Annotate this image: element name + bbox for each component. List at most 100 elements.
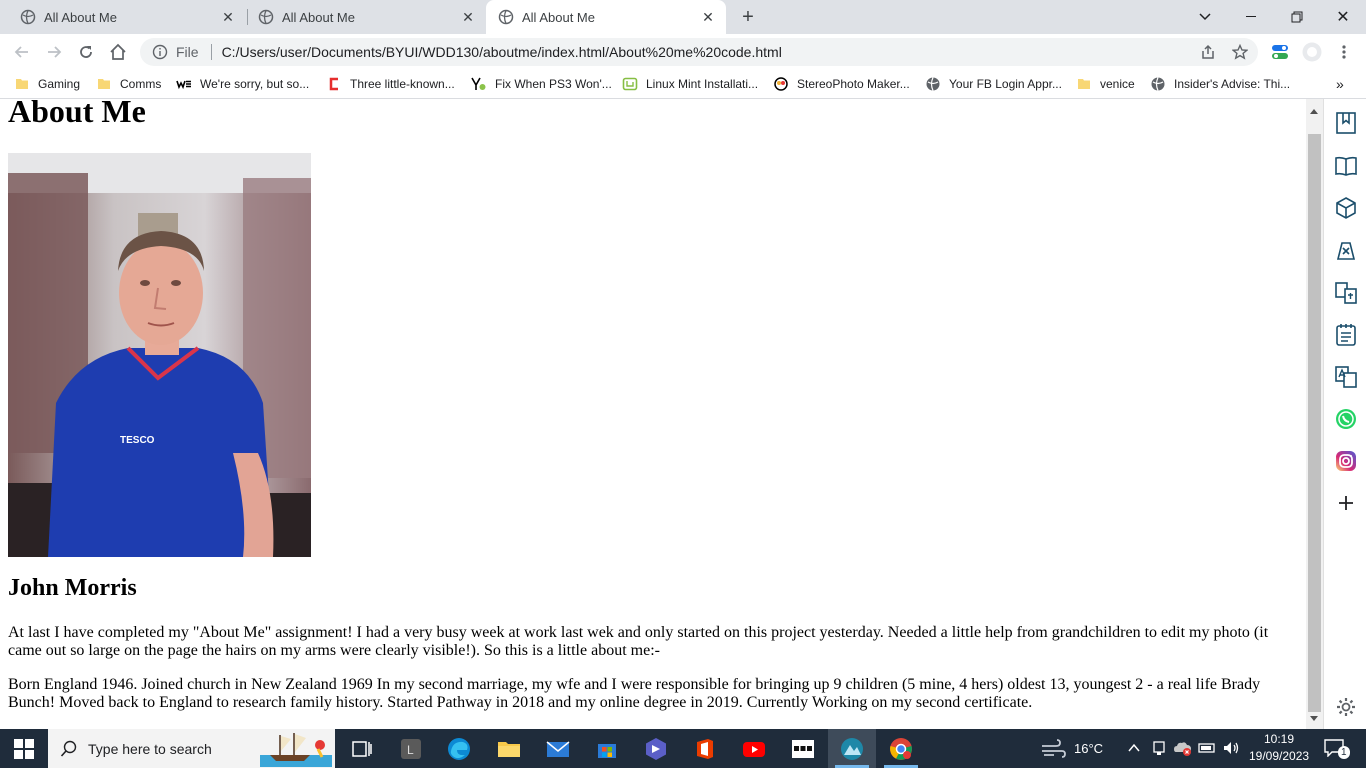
folder-icon bbox=[96, 76, 112, 92]
checklist-notes-icon[interactable] bbox=[1334, 323, 1358, 347]
bookmark-label: Fix When PS3 Won'... bbox=[495, 77, 612, 91]
edge-browser-icon[interactable] bbox=[447, 737, 471, 761]
onedrive-error-icon[interactable] bbox=[1173, 740, 1193, 759]
globe-icon bbox=[925, 76, 941, 92]
bookmark-stereophoto[interactable]: StereoPhoto Maker... bbox=[773, 76, 910, 92]
shopping-bag-icon[interactable] bbox=[1334, 239, 1358, 263]
photo-app-icon[interactable] bbox=[840, 737, 864, 761]
bookmark-label: StereoPhoto Maker... bbox=[797, 77, 910, 91]
windows-start-icon[interactable] bbox=[14, 739, 34, 759]
bookmark-label: We're sorry, but so... bbox=[200, 77, 310, 91]
instagram-icon[interactable] bbox=[1334, 449, 1358, 473]
clock-date[interactable]: 19/09/2023 bbox=[1249, 749, 1309, 763]
we-logo-icon bbox=[176, 76, 192, 92]
add-plus-icon[interactable] bbox=[1334, 491, 1358, 515]
profile-avatar-icon[interactable] bbox=[1302, 42, 1322, 62]
grid-app-icon[interactable] bbox=[791, 737, 815, 761]
globe-icon bbox=[258, 9, 274, 25]
clock-time[interactable]: 10:19 bbox=[1264, 732, 1294, 746]
intro-paragraph: At last I have completed my "About Me" a… bbox=[8, 624, 1269, 659]
address-url[interactable]: C:/Users/user/Documents/BYUI/WDD130/abou… bbox=[222, 44, 782, 60]
hexagon-app-icon[interactable] bbox=[644, 737, 668, 761]
side-panel bbox=[1323, 99, 1366, 729]
minimize-icon[interactable] bbox=[1228, 0, 1274, 34]
svg-text:TESCO: TESCO bbox=[120, 435, 155, 446]
youtube-icon[interactable] bbox=[742, 737, 766, 761]
bookmark-insiders-advise[interactable]: Insider's Advise: Thi... bbox=[1150, 76, 1290, 92]
address-scheme: File bbox=[176, 44, 199, 60]
bookmark-label: Gaming bbox=[38, 77, 81, 91]
search-placeholder: Type here to search bbox=[88, 740, 212, 757]
scroll-up-arrow-icon[interactable] bbox=[1310, 109, 1318, 114]
bookmark-star-icon[interactable] bbox=[1231, 43, 1249, 60]
whatsapp-icon[interactable] bbox=[1334, 407, 1358, 431]
close-window-icon[interactable]: ✕ bbox=[1320, 0, 1366, 34]
vertical-scrollbar[interactable] bbox=[1306, 99, 1323, 729]
translate-pages-icon[interactable] bbox=[1334, 281, 1358, 305]
close-icon[interactable]: ✕ bbox=[698, 7, 718, 27]
tray-chevron-up-icon[interactable] bbox=[1128, 740, 1140, 756]
new-tab-plus-icon[interactable]: + bbox=[738, 7, 758, 27]
reload-icon[interactable] bbox=[74, 40, 98, 64]
bookmark-comms[interactable]: Comms bbox=[96, 76, 161, 92]
folder-icon bbox=[14, 76, 30, 92]
bookmark-gaming[interactable]: Gaming bbox=[14, 76, 80, 92]
info-icon[interactable] bbox=[152, 44, 168, 60]
folder-icon bbox=[1076, 76, 1092, 92]
bio-paragraph: Born England 1946. Joined church in New … bbox=[8, 676, 1261, 711]
bookmark-label: Insider's Advise: Thi... bbox=[1174, 77, 1291, 91]
bookmark-label: Comms bbox=[120, 77, 162, 91]
file-explorer-folder-icon[interactable] bbox=[497, 737, 521, 761]
svg-text:L: L bbox=[407, 743, 414, 757]
page-content: About Me TESCO John Morris At last I hav… bbox=[0, 99, 1306, 729]
tab-1[interactable]: All About Me ✕ bbox=[0, 0, 246, 34]
bookmark-fix-ps3[interactable]: Fix When PS3 Won'... bbox=[471, 76, 612, 92]
volume-speaker-icon[interactable] bbox=[1222, 740, 1240, 759]
bookmark-ribbon-icon[interactable] bbox=[1334, 111, 1358, 135]
bookmarks-overflow-chevron-icon[interactable]: » bbox=[1336, 76, 1344, 92]
tab-3-active[interactable]: All About Me ✕ bbox=[486, 0, 726, 34]
tab-title: All About Me bbox=[522, 9, 595, 25]
tab-title: All About Me bbox=[44, 9, 117, 25]
bookmark-fb-login[interactable]: Your FB Login Appr... bbox=[925, 76, 1062, 92]
tab-2[interactable]: All About Me ✕ bbox=[238, 0, 486, 34]
bookmark-label: venice bbox=[1100, 77, 1135, 91]
mail-envelope-icon[interactable] bbox=[546, 737, 570, 761]
share-icon[interactable] bbox=[1200, 44, 1216, 60]
extension-toggle-icon[interactable] bbox=[1271, 43, 1289, 61]
address-bar[interactable]: File C:/Users/user/Documents/BYUI/WDD130… bbox=[140, 38, 1258, 66]
scrollbar-thumb[interactable] bbox=[1308, 134, 1321, 712]
bookmark-three-little-known[interactable]: Three little-known... bbox=[326, 76, 455, 92]
task-view-icon[interactable] bbox=[350, 737, 374, 761]
globe-icon bbox=[1150, 76, 1166, 92]
usb-device-icon[interactable] bbox=[1151, 740, 1167, 759]
bookmark-venice[interactable]: venice bbox=[1076, 76, 1135, 92]
bookmark-were-sorry[interactable]: We're sorry, but so... bbox=[176, 76, 309, 92]
reading-book-icon[interactable] bbox=[1334, 154, 1358, 178]
close-icon[interactable]: ✕ bbox=[458, 7, 478, 27]
page-title: About Me bbox=[8, 99, 146, 129]
bookmark-linux-mint[interactable]: Linux Mint Installati... bbox=[622, 76, 758, 92]
package-box-icon[interactable] bbox=[1334, 196, 1358, 220]
weather-wind-icon[interactable] bbox=[1040, 737, 1066, 761]
globe-icon bbox=[498, 9, 514, 25]
tab-search-chevron-icon[interactable] bbox=[1182, 0, 1228, 34]
translate-a-icon[interactable] bbox=[1334, 365, 1358, 389]
yo-logo-icon bbox=[471, 76, 487, 92]
app-l-icon[interactable]: L bbox=[399, 737, 423, 761]
taskbar-search-box[interactable]: Type here to search bbox=[48, 729, 335, 768]
weather-temperature[interactable]: 16°C bbox=[1074, 741, 1103, 756]
globe-icon bbox=[20, 9, 36, 25]
network-battery-icon[interactable] bbox=[1198, 740, 1216, 759]
more-menu-icon[interactable] bbox=[1336, 44, 1352, 60]
chrome-icon[interactable] bbox=[889, 737, 913, 761]
forward-arrow-icon[interactable] bbox=[42, 40, 66, 64]
close-icon[interactable]: ✕ bbox=[218, 7, 238, 27]
scroll-down-arrow-icon[interactable] bbox=[1310, 716, 1318, 721]
restore-icon[interactable] bbox=[1274, 0, 1320, 34]
office-icon[interactable] bbox=[693, 737, 717, 761]
back-arrow-icon[interactable] bbox=[10, 40, 34, 64]
home-icon[interactable] bbox=[106, 40, 130, 64]
microsoft-store-icon[interactable] bbox=[595, 737, 619, 761]
settings-gear-icon[interactable] bbox=[1334, 695, 1358, 719]
